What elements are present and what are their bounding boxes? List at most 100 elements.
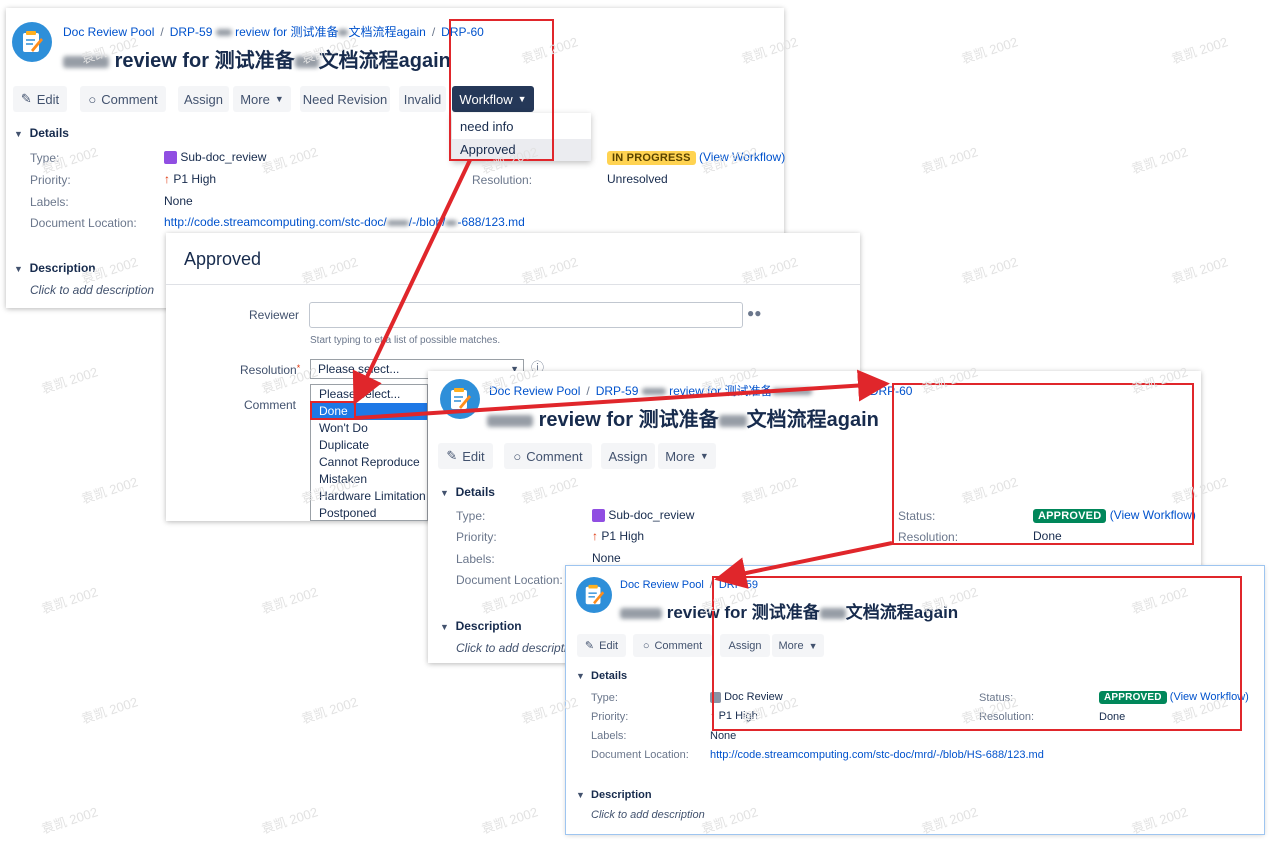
more-button[interactable]: More ▼ (233, 86, 291, 112)
status-badge: IN PROGRESS (607, 151, 696, 165)
invalid-button[interactable]: Invalid (399, 86, 446, 112)
priority-label: Priority: (456, 530, 497, 544)
option-wont-do[interactable]: Won't Do (311, 420, 427, 437)
option-mistaken[interactable]: Mistaken (311, 471, 427, 488)
chevron-down-icon: ▼ (14, 129, 23, 139)
view-workflow-link[interactable]: (View Workflow) (699, 150, 785, 164)
watermark-text: 袁凯 2002 (79, 474, 140, 507)
arrow-up-icon: ↑ (592, 529, 598, 543)
breadcrumb: Doc Review Pool / DRP-59 review for 测试准备 文档… (63, 25, 484, 39)
comment-button[interactable]: ○ Comment (80, 86, 166, 112)
document-location-link[interactable]: http://code.streamcomputing.com/stc-doc/… (710, 749, 1044, 761)
labels-label: Labels: (30, 195, 69, 209)
more-button[interactable]: More ▼ (658, 443, 716, 469)
resolution-label: Resolution: (472, 173, 533, 187)
user-picker-icon[interactable]: ●● (747, 306, 762, 320)
sub-task-icon (164, 151, 177, 165)
watermark-text: 袁凯 2002 (39, 364, 100, 397)
priority-label: Priority: (30, 173, 71, 187)
assign-button[interactable]: Assign (178, 86, 229, 112)
breadcrumb-parent-link[interactable]: DRP-59 review for 测试准备 文档流程again (170, 25, 426, 39)
breadcrumb: Doc Review Pool / DRP-59 review for 测试准备 / D… (489, 384, 913, 398)
breadcrumb-project-link[interactable]: Doc Review Pool (620, 579, 704, 591)
breadcrumb-project-link[interactable]: Doc Review Pool (489, 384, 580, 398)
status-value: IN PROGRESS (View Workflow) (607, 150, 785, 165)
need-revision-button[interactable]: Need Revision (300, 86, 390, 112)
pencil-icon: ✎ (584, 640, 595, 652)
sub-task-icon (592, 509, 605, 523)
labels-value: None (710, 730, 737, 742)
labels-value: None (592, 551, 621, 565)
document-location-label: Document Location: (456, 573, 563, 587)
watermark-text: 袁凯 2002 (39, 804, 100, 837)
breadcrumb-parent-link[interactable]: DRP-59 review for 测试准备 (596, 384, 813, 398)
watermark-text: 袁凯 2002 (299, 694, 360, 727)
project-avatar-icon (440, 379, 480, 419)
edit-button[interactable]: ✎ Edit (438, 443, 493, 469)
document-location-link[interactable]: http://code.streamcomputing.com/stc-doc/… (164, 215, 525, 229)
resolution-value: Unresolved (607, 172, 668, 186)
chevron-down-icon: ▼ (440, 622, 449, 632)
watermark-text: 袁凯 2002 (79, 694, 140, 727)
description-heading[interactable]: ▼ Description (440, 619, 522, 633)
project-avatar-icon (576, 577, 612, 613)
description-heading[interactable]: ▼ Description (14, 261, 96, 275)
watermark-text: 袁凯 2002 (259, 584, 320, 617)
reviewer-input[interactable] (309, 302, 743, 328)
priority-label: Priority: (591, 711, 629, 723)
watermark-text: 袁凯 2002 (1169, 254, 1230, 287)
chevron-down-icon: ▼ (440, 488, 449, 498)
annotation-box-drp60-status (892, 383, 1194, 545)
reviewer-hint: Start typing to et a list of possible ma… (310, 335, 501, 346)
comment-label: Comment (244, 398, 297, 412)
assign-button[interactable]: Assign (601, 443, 655, 469)
document-location-label: Document Location: (30, 216, 137, 230)
watermark-text: 袁凯 2002 (1169, 34, 1230, 67)
labels-value: None (164, 194, 193, 208)
comment-icon: ○ (88, 91, 97, 107)
comment-button[interactable]: ○ Comment (504, 443, 592, 469)
annotation-box-drp59-status (712, 576, 1242, 731)
comment-icon: ○ (513, 448, 522, 464)
option-postponed[interactable]: Postponed (311, 505, 427, 522)
labels-label: Labels: (591, 730, 627, 742)
watermark-text: 袁凯 2002 (959, 34, 1020, 67)
details-heading[interactable]: ▼ Details (576, 670, 627, 682)
type-label: Type: (456, 509, 486, 523)
comment-button[interactable]: ○ Comment (633, 634, 712, 657)
chevron-down-icon: ▼ (14, 264, 23, 274)
option-cannot-reproduce[interactable]: Cannot Reproduce (311, 454, 427, 471)
dialog-title: Approved (184, 249, 262, 269)
description-placeholder[interactable]: Click to add descriptio (456, 641, 573, 655)
watermark-text: 袁凯 2002 (1129, 144, 1190, 177)
watermark-text: 袁凯 2002 (479, 804, 540, 837)
reviewer-label: Reviewer (249, 308, 300, 322)
resolution-label: Resolution* (240, 363, 301, 377)
edit-button[interactable]: ✎ Edit (577, 634, 626, 657)
issue-title: review for 测试准备 文档流程again (63, 44, 451, 73)
watermark-text: 袁凯 2002 (39, 584, 100, 617)
chevron-down-icon: ▼ (699, 451, 709, 461)
priority-value: ↑ P1 High (592, 529, 645, 543)
description-placeholder[interactable]: Click to add description (30, 283, 154, 297)
pencil-icon: ✎ (446, 448, 458, 463)
project-avatar-icon (12, 22, 52, 62)
issue-title: review for 测试准备 文档流程again (487, 403, 879, 432)
type-value: Sub-doc_review (164, 150, 266, 165)
details-heading[interactable]: ▼ Details (14, 126, 69, 140)
breadcrumb-project-link[interactable]: Doc Review Pool (63, 25, 154, 39)
option-hardware-limitation[interactable]: Hardware Limitation (311, 488, 427, 505)
option-duplicate[interactable]: Duplicate (311, 437, 427, 454)
description-placeholder[interactable]: Click to add description (591, 809, 705, 821)
labels-label: Labels: (456, 552, 495, 566)
document-location-label: Document Location: (591, 749, 689, 761)
edit-button[interactable]: ✎ Edit (13, 86, 67, 112)
details-heading[interactable]: ▼ Details (440, 485, 495, 499)
chevron-down-icon: ▼ (274, 94, 284, 104)
watermark-text: 袁凯 2002 (959, 254, 1020, 287)
type-value: Sub-doc_review (592, 508, 694, 523)
type-label: Type: (30, 151, 60, 165)
comment-icon: ○ (642, 639, 650, 652)
description-heading[interactable]: ▼ Description (576, 789, 652, 801)
arrow-up-icon: ↑ (164, 172, 170, 186)
